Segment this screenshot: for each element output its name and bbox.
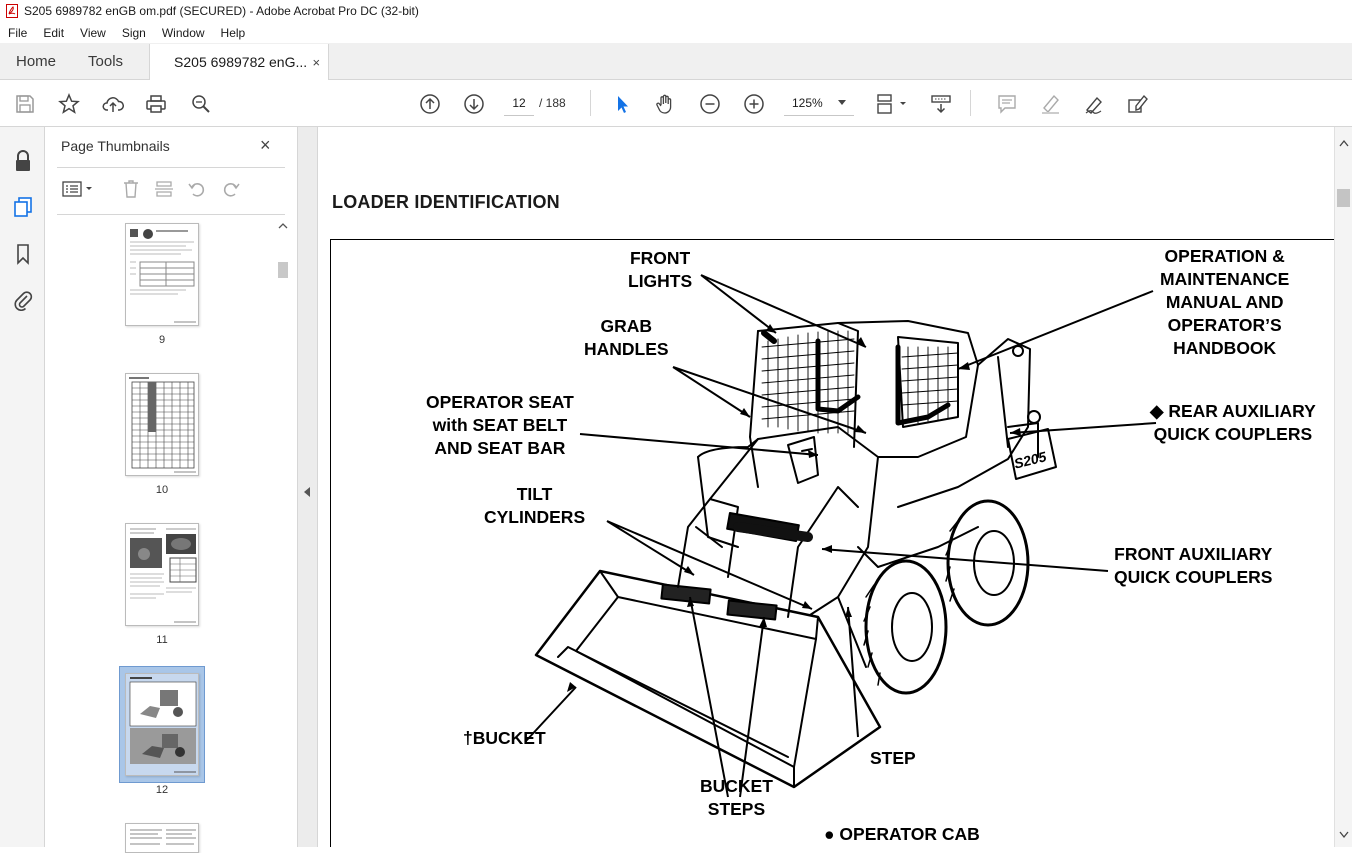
comment-icon[interactable] [994, 91, 1020, 117]
chevron-down-icon [838, 99, 846, 105]
menu-view[interactable]: View [72, 26, 114, 40]
lock-icon[interactable] [10, 148, 36, 174]
highlight-pen-icon[interactable] [1037, 91, 1063, 117]
main-toolbar [0, 80, 1352, 127]
page-thumbnails-icon[interactable] [10, 194, 36, 220]
scroll-mode-icon[interactable] [928, 91, 954, 117]
menu-help[interactable]: Help [213, 26, 254, 40]
thumbnails-panel: Page Thumbnails × 9 10 11 12 [45, 127, 298, 853]
zoom-in-icon[interactable] [741, 91, 767, 117]
label-rear-auxiliary: ◆ REAR AUXILIARY QUICK COUPLERS [1150, 401, 1316, 444]
thumbnail-toolbar [61, 177, 281, 203]
tab-tools[interactable]: Tools [72, 43, 139, 79]
print-icon[interactable] [143, 91, 169, 117]
thumbnail-label: 9 [158, 334, 166, 346]
fill-sign-icon[interactable] [1125, 91, 1151, 117]
thumbnail-label: 11 [156, 634, 168, 646]
options-menu-icon[interactable] [61, 177, 95, 201]
page-thumbnail-10[interactable] [125, 373, 199, 476]
left-rail [0, 127, 45, 847]
zoom-select[interactable]: 125% [784, 90, 854, 116]
panel-divider [57, 167, 285, 168]
save-icon[interactable] [12, 91, 38, 117]
insert-page-icon[interactable] [152, 177, 176, 201]
thumbnail-label: 10 [155, 484, 169, 496]
panel-divider [57, 214, 285, 215]
bookmark-star-icon[interactable] [56, 91, 82, 117]
label-operator-seat: OPERATOR SEAT with SEAT BELT AND SEAT BAR [426, 392, 574, 458]
label-tilt-cylinders: TILT CYLINDERS [484, 484, 586, 527]
panel-close-icon[interactable]: × [260, 135, 271, 156]
menu-edit[interactable]: Edit [35, 26, 72, 40]
select-cursor-icon[interactable] [609, 91, 635, 117]
search-zoom-icon[interactable] [188, 91, 214, 117]
delete-page-icon[interactable] [119, 177, 143, 201]
page-thumbnail-11[interactable] [125, 523, 199, 626]
scroll-down-icon[interactable] [1339, 831, 1349, 839]
document-view[interactable]: LOADER IDENTIFICATION S205 FRONT LIGHTS … [318, 127, 1334, 847]
panel-title: Page Thumbnails [61, 138, 170, 154]
scrollbar-thumb[interactable] [278, 262, 288, 278]
page-total: / 188 [539, 96, 566, 110]
label-bucket-steps: BUCKET STEPS [700, 776, 773, 819]
label-front-auxiliary: FRONT AUXILIARY QUICK COUPLERS [1114, 544, 1273, 587]
thumbnail-label: 12 [155, 784, 169, 796]
bookmarks-icon[interactable] [10, 241, 36, 267]
hand-tool-icon[interactable] [652, 91, 678, 117]
label-operation-manual: OPERATION & MAINTENANCE MANUAL AND OPERATOR… [1160, 246, 1290, 358]
tab-document[interactable]: S205 6989782 enG... × [149, 44, 330, 80]
label-grab-handles: GRAB HANDLES [584, 316, 669, 359]
attachment-icon[interactable] [10, 287, 36, 313]
tab-close-icon[interactable]: × [312, 55, 320, 70]
collapse-arrow-icon[interactable] [304, 487, 310, 497]
menu-file[interactable]: File [0, 26, 35, 40]
document-scrollbar[interactable] [1334, 127, 1352, 847]
tab-bar: Home Tools S205 6989782 enG... × [0, 43, 1352, 80]
tab-document-label: S205 6989782 enG... [174, 54, 308, 70]
menu-sign[interactable]: Sign [114, 26, 154, 40]
scrollbar-thumb[interactable] [1337, 189, 1350, 207]
rotate-cw-icon[interactable] [219, 177, 243, 201]
previous-page-icon[interactable] [417, 91, 443, 117]
acrobat-pdf-icon [6, 4, 18, 18]
label-step: STEP [870, 748, 916, 768]
menu-bar: File Edit View Sign Window Help [0, 22, 1352, 43]
upload-cloud-icon[interactable] [100, 91, 126, 117]
label-operator-cab: ● OPERATOR CAB [824, 824, 980, 844]
label-bucket: †BUCKET [463, 728, 546, 748]
menu-window[interactable]: Window [154, 26, 213, 40]
page-number-input[interactable]: 12 [504, 90, 534, 116]
tab-home[interactable]: Home [0, 43, 72, 79]
title-bar: S205 6989782 enGB om.pdf (SECURED) - Ado… [0, 0, 1352, 22]
window-title: S205 6989782 enGB om.pdf (SECURED) - Ado… [24, 4, 419, 18]
page-thumbnail-12[interactable] [125, 673, 199, 776]
model-badge: S205 [1012, 448, 1048, 471]
thumbnail-scrollbar[interactable] [277, 222, 289, 847]
page-thumbnail-13[interactable] [125, 823, 199, 853]
zoom-out-icon[interactable] [697, 91, 723, 117]
zoom-value: 125% [792, 95, 823, 110]
draw-sign-icon[interactable] [1081, 91, 1107, 117]
rotate-ccw-icon[interactable] [185, 177, 209, 201]
page-thumbnail-9[interactable] [125, 223, 199, 326]
page-fit-icon[interactable] [872, 91, 912, 117]
panel-collapse-bar[interactable] [298, 127, 318, 847]
label-front-lights: FRONT LIGHTS [628, 248, 693, 291]
next-page-icon[interactable] [461, 91, 487, 117]
scroll-up-icon[interactable] [1339, 139, 1349, 147]
